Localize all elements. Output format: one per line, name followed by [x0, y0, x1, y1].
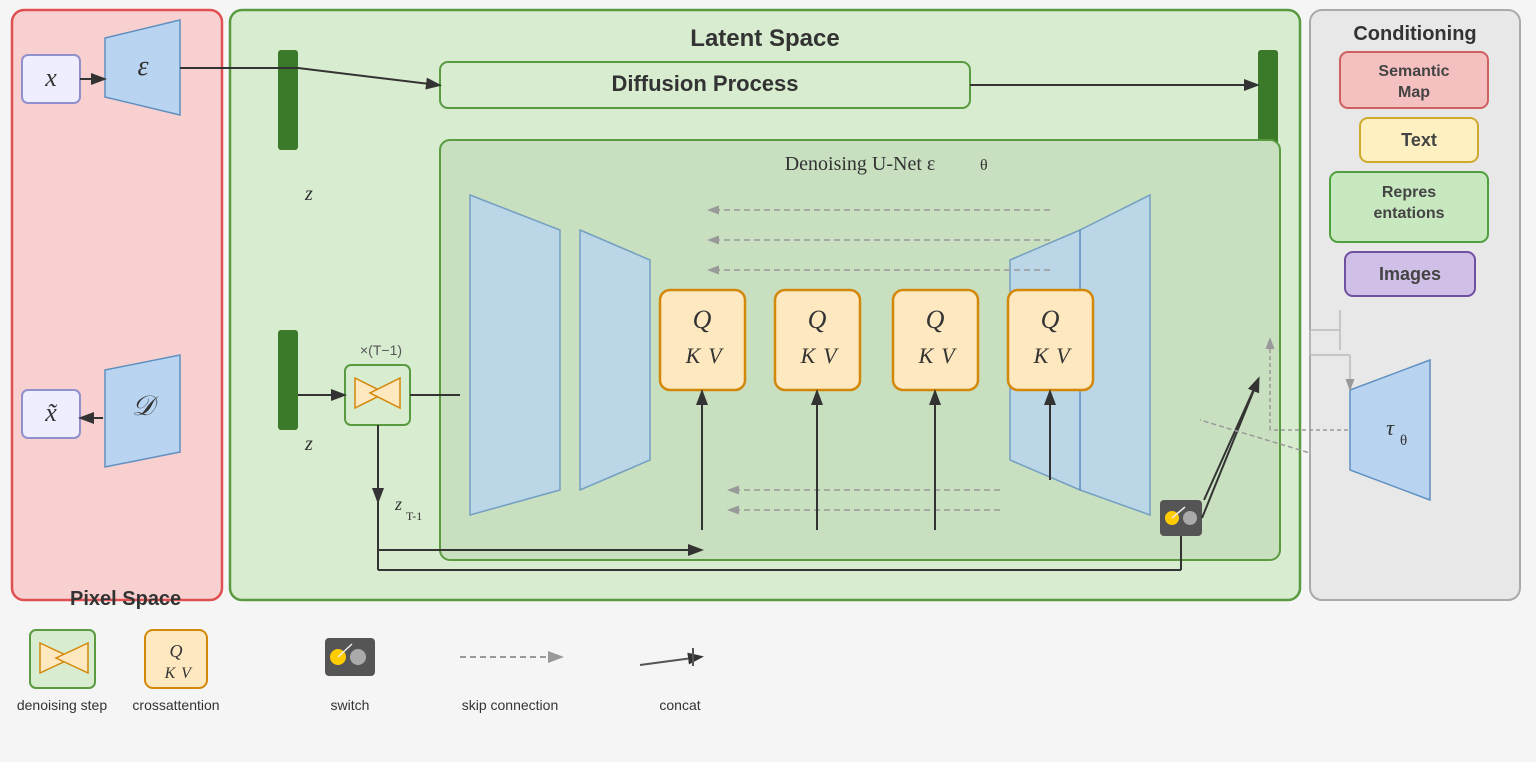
legend-concat: concat [659, 697, 700, 713]
repr-label1: Repres [1382, 184, 1436, 201]
x-tilde-symbol: x̃ [44, 398, 58, 427]
qkv-Q1: Q [693, 305, 712, 334]
times-T-label: ×(T−1) [360, 342, 402, 358]
qkv-K1: K [685, 343, 702, 368]
conditioning-label: Conditioning [1353, 23, 1476, 45]
legend-crossattention: crossattention [132, 697, 219, 713]
unet-theta: θ [980, 157, 988, 174]
tau-symbol: τ [1386, 415, 1395, 440]
z-label-left-bottom: z [304, 433, 313, 455]
unet-label: Denoising U-Net ε [785, 153, 936, 175]
legend-denoising-step: denoising step [17, 697, 108, 713]
legend-switch: switch [331, 697, 370, 713]
qkv-K4: K [1033, 343, 1050, 368]
z-label-left: z [304, 183, 313, 205]
diffusion-process-label: Diffusion Process [611, 71, 798, 96]
qkv-K2: K [800, 343, 817, 368]
text-label: Text [1401, 130, 1437, 150]
qkv-Q2: Q [808, 305, 827, 334]
legend-K: K [164, 665, 177, 682]
qkv-K3: K [918, 343, 935, 368]
encoder-symbol: ε [137, 51, 148, 82]
pixel-space-label: Pixel Space [70, 588, 181, 610]
qkv-Q3: Q [926, 305, 945, 334]
semantic-map-label: Semantic [1378, 63, 1449, 80]
z-T-minus1-sub: T-1 [406, 509, 422, 523]
legend-Q: Q [170, 641, 183, 661]
repr-label2: entations [1373, 205, 1444, 222]
z-T-minus1-label: z [394, 494, 402, 514]
latent-space-label: Latent Space [690, 25, 839, 52]
qkv-Q4: Q [1041, 305, 1060, 334]
semantic-map-label2: Map [1398, 84, 1430, 101]
tau-theta-sub: θ [1400, 433, 1407, 449]
legend-skip-connection: skip connection [462, 697, 559, 713]
images-label: Images [1379, 264, 1441, 284]
x-symbol: x [44, 63, 57, 92]
